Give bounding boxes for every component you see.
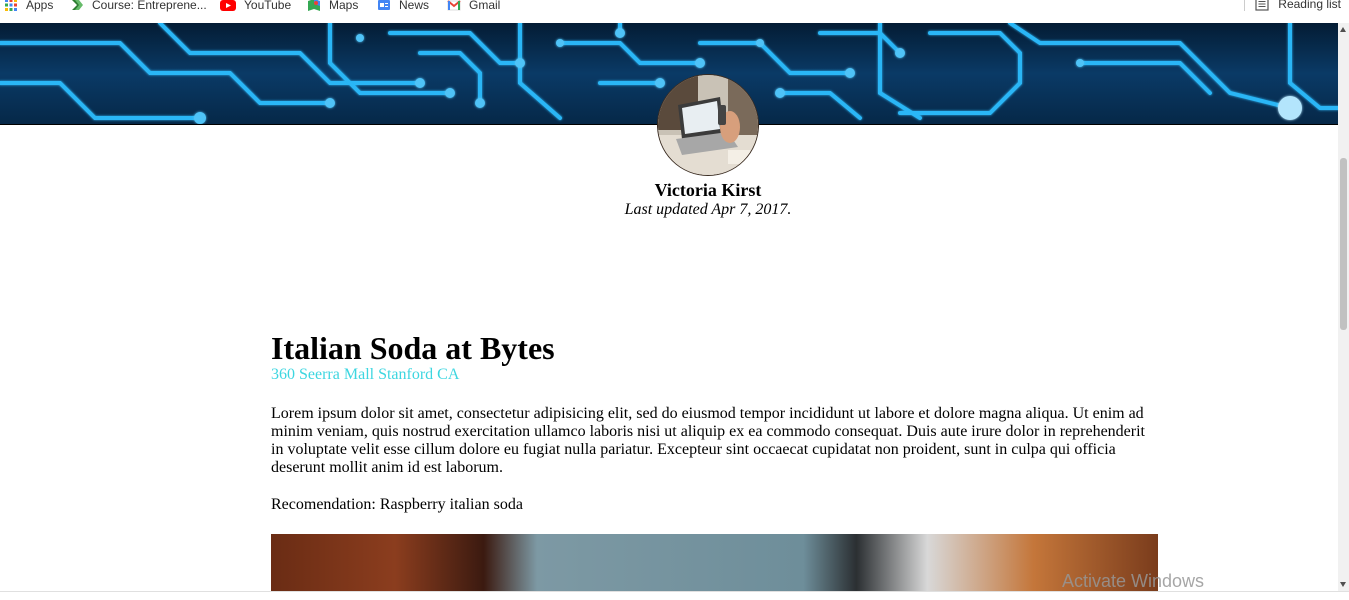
post-photo [271,534,1158,594]
youtube-icon [220,0,236,12]
bookmark-label: Apps [26,0,54,12]
scroll-up-arrow-icon[interactable] [1340,27,1346,32]
vertical-scrollbar[interactable] [1338,23,1349,591]
apps-grid-icon [4,0,18,12]
bookmark-news[interactable]: News [377,0,429,13]
bookmark-label: Maps [329,0,359,12]
news-icon [377,0,391,12]
bookmark-apps[interactable]: Apps [4,0,53,13]
bookmarks-bar: Apps Course: Entreprene... YouTube Maps … [0,0,1349,24]
bookmark-course[interactable]: Course: Entreprene... [70,0,207,13]
bookmark-maps[interactable]: Maps [307,0,358,13]
bookmark-label: Course: Entreprene... [92,0,207,12]
post-title: Italian Soda at Bytes [271,330,555,366]
divider [1244,0,1246,11]
gmail-icon [447,0,461,12]
bookmark-gmail[interactable]: Gmail [447,0,500,13]
course-s-icon [70,0,84,12]
avatar-photo [658,75,758,175]
bookmark-label: YouTube [244,0,292,12]
last-updated-date: Last updated Apr 7, 2017. [624,201,792,218]
activate-windows-watermark: Activate Windows [1062,571,1205,591]
reading-list-label: Reading list [1278,0,1341,11]
post-body: Lorem ipsum dolor sit amet, consectetur … [271,405,1145,476]
bookmark-label: Gmail [469,0,501,12]
post-address-link[interactable]: 360 Seerra Mall Stanford CA [271,366,1158,384]
reading-list-button[interactable]: Reading list [1244,0,1341,11]
maps-icon [307,0,321,12]
recommendation-text: Recomendation: Raspberry italian soda [271,496,523,513]
bookmark-label: News [399,0,430,12]
reading-list-icon [1255,0,1269,11]
author-avatar [657,74,759,176]
bookmark-youtube[interactable]: YouTube [220,0,291,13]
scroll-down-arrow-icon[interactable] [1340,582,1346,587]
author-name: Victoria Kirst [654,180,762,200]
